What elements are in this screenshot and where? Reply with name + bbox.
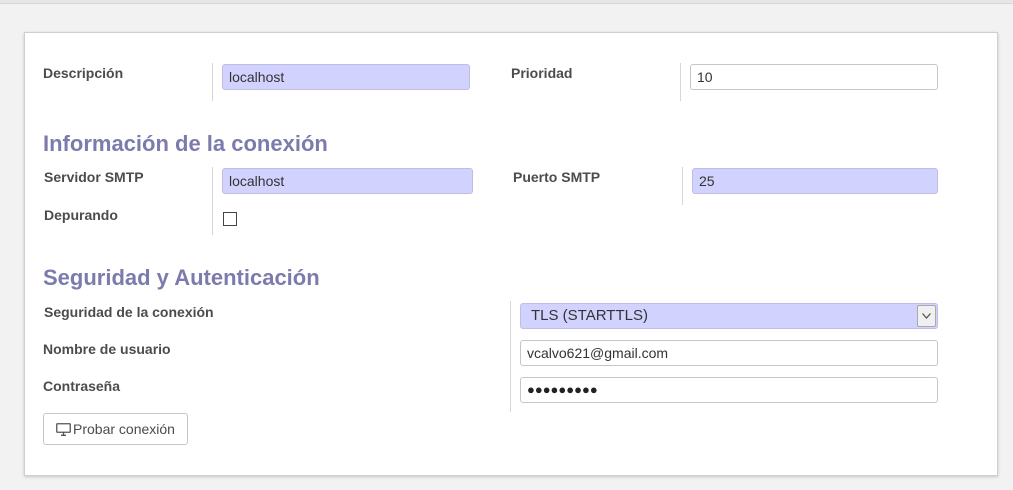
depurando-label: Depurando bbox=[44, 207, 118, 223]
prioridad-input[interactable] bbox=[690, 64, 938, 90]
seguridad-label: Seguridad de la conexión bbox=[44, 304, 214, 320]
usuario-label: Nombre de usuario bbox=[43, 341, 171, 357]
probar-conexion-label: Probar conexión bbox=[73, 421, 175, 437]
servidor-smtp-input[interactable] bbox=[222, 168, 473, 194]
contrasena-input[interactable]: ●●●●●●●●● bbox=[520, 377, 938, 403]
section-heading-connection: Información de la conexión bbox=[43, 131, 328, 156]
descripcion-label: Descripción bbox=[43, 65, 124, 81]
seguridad-select-value: TLS (STARTTLS) bbox=[531, 307, 648, 324]
top-bar bbox=[0, 0, 1013, 4]
usuario-input[interactable] bbox=[520, 340, 938, 366]
divider bbox=[212, 167, 213, 235]
section-heading-security: Seguridad y Autenticación bbox=[43, 265, 320, 290]
probar-conexion-button[interactable]: Probar conexión bbox=[43, 413, 188, 445]
divider bbox=[682, 167, 683, 205]
divider bbox=[680, 63, 681, 101]
prioridad-label: Prioridad bbox=[511, 65, 573, 81]
monitor-icon bbox=[56, 422, 71, 436]
depurando-checkbox[interactable] bbox=[223, 212, 237, 226]
descripcion-input[interactable] bbox=[222, 64, 470, 90]
chevron-down-icon[interactable] bbox=[917, 305, 936, 327]
puerto-label: Puerto SMTP bbox=[513, 169, 601, 185]
form-sheet: Descripción Prioridad Información de la … bbox=[24, 32, 998, 476]
seguridad-select[interactable]: TLS (STARTTLS) bbox=[520, 303, 938, 329]
puerto-smtp-input[interactable] bbox=[692, 168, 938, 194]
divider bbox=[510, 301, 511, 412]
divider bbox=[212, 63, 213, 101]
servidor-label: Servidor SMTP bbox=[44, 169, 144, 185]
contrasena-label: Contraseña bbox=[43, 378, 121, 394]
